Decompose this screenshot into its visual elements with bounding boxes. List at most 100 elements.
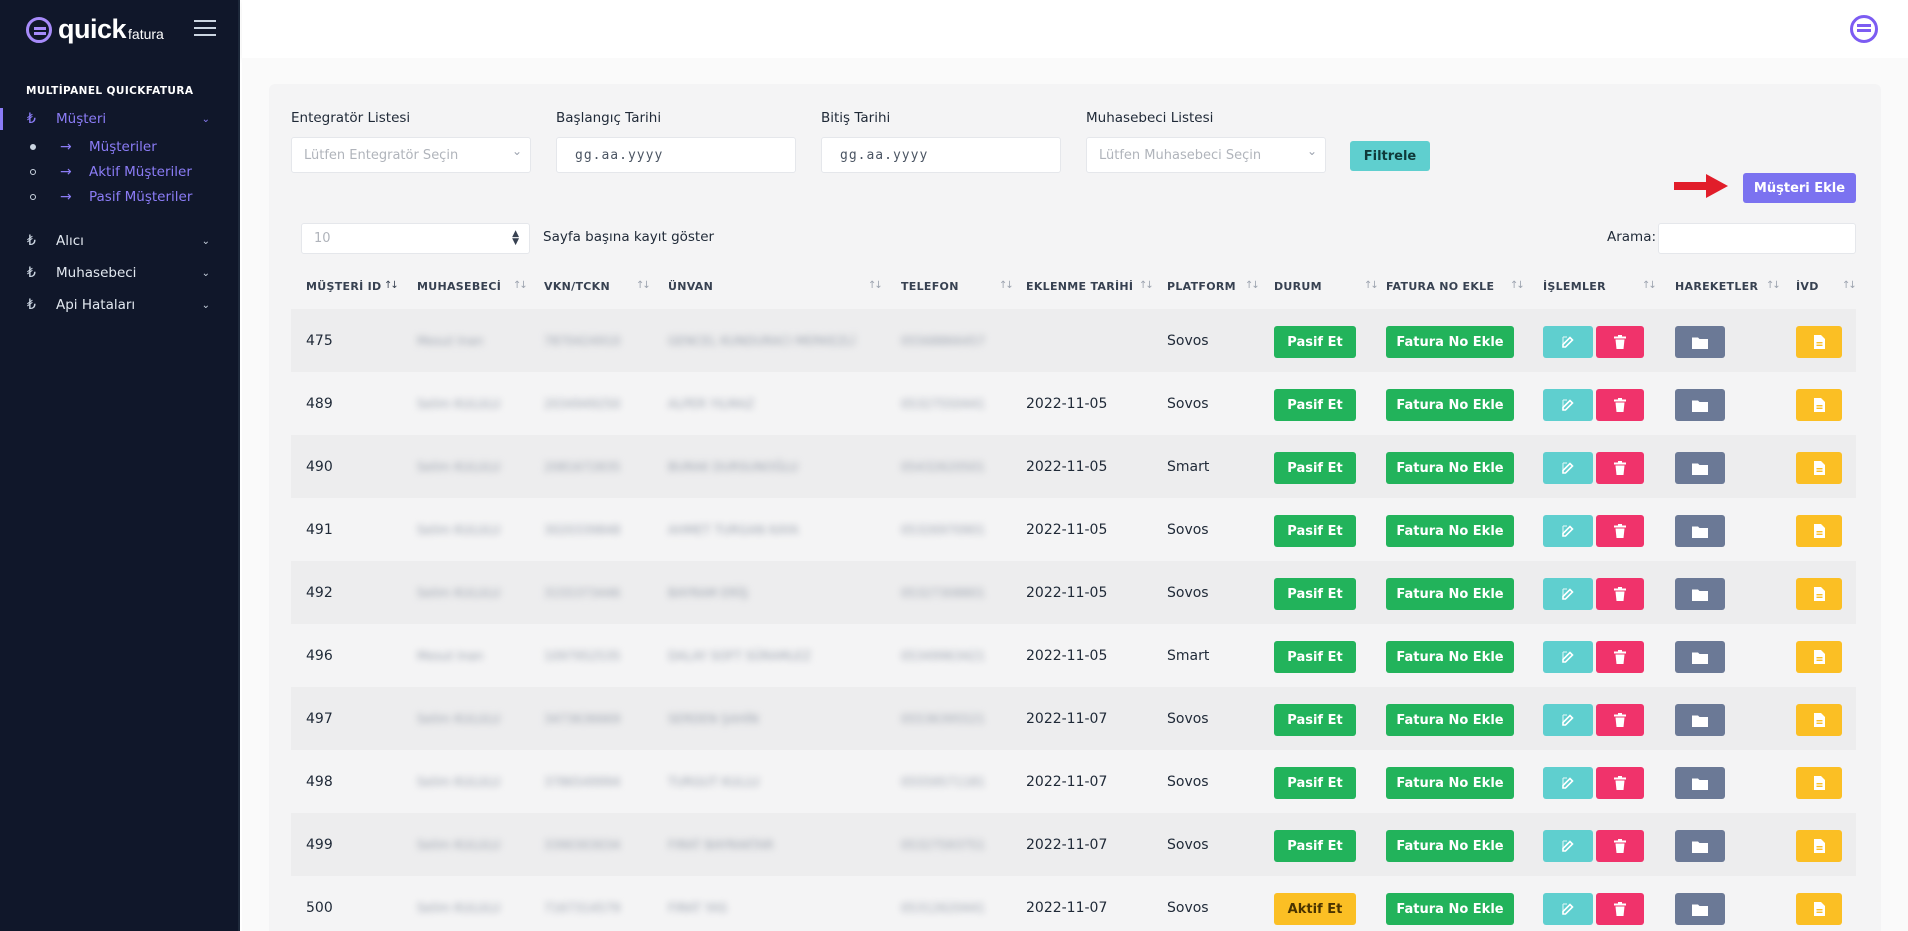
edit-button[interactable] — [1543, 452, 1593, 484]
edit-button[interactable] — [1543, 641, 1593, 673]
add-invoice-no-button[interactable]: Fatura No Ekle — [1386, 641, 1514, 673]
search-input[interactable] — [1658, 223, 1856, 254]
add-invoice-no-button[interactable]: Fatura No Ekle — [1386, 389, 1514, 421]
ivd-button[interactable] — [1796, 893, 1842, 925]
delete-button[interactable] — [1596, 515, 1644, 547]
add-invoice-no-button[interactable]: Fatura No Ekle — [1386, 704, 1514, 736]
movements-button[interactable] — [1675, 893, 1725, 925]
sidebar-subitem-musteriler[interactable]: → Müşteriler — [0, 136, 238, 158]
movements-button[interactable] — [1675, 452, 1725, 484]
movements-button[interactable] — [1675, 389, 1725, 421]
th-durum[interactable]: DURUM ↑↓ — [1274, 280, 1379, 293]
th-hareketler[interactable]: HAREKETLER ↑↓ — [1675, 280, 1781, 293]
delete-button[interactable] — [1596, 830, 1644, 862]
add-customer-button[interactable]: Müşteri Ekle — [1743, 173, 1856, 203]
ivd-button[interactable] — [1796, 704, 1842, 736]
deactivate-button[interactable]: Pasif Et — [1274, 515, 1356, 547]
cell-platform: Sovos — [1167, 521, 1209, 538]
deactivate-button[interactable]: Pasif Et — [1274, 767, 1356, 799]
add-invoice-no-button[interactable]: Fatura No Ekle — [1386, 830, 1514, 862]
edit-button[interactable] — [1543, 704, 1593, 736]
ivd-button[interactable] — [1796, 641, 1842, 673]
cell-unvan: GENCEL KUNDURACI MERKEZLİ — [668, 333, 856, 348]
edit-button[interactable] — [1543, 515, 1593, 547]
add-invoice-no-button[interactable]: Fatura No Ekle — [1386, 767, 1514, 799]
add-invoice-no-button[interactable]: Fatura No Ekle — [1386, 326, 1514, 358]
edit-button[interactable] — [1543, 326, 1593, 358]
page-size-value: 10 — [314, 231, 331, 246]
movements-button[interactable] — [1675, 767, 1725, 799]
folder-icon — [1692, 777, 1708, 790]
delete-button[interactable] — [1596, 893, 1644, 925]
sidebar-item-muhasebeci[interactable]: ₺ Muhasebeci ⌄ — [0, 261, 238, 285]
menu-toggle-icon[interactable] — [194, 20, 216, 36]
deactivate-button[interactable]: Pasif Et — [1274, 578, 1356, 610]
trash-icon — [1614, 335, 1626, 349]
sidebar-item-alici[interactable]: ₺ Alıcı ⌄ — [0, 229, 238, 253]
sidebar-item-api-hatalari[interactable]: ₺ Api Hataları ⌄ — [0, 293, 238, 317]
deactivate-button[interactable]: Pasif Et — [1274, 641, 1356, 673]
sidebar-subitem-aktif-musteriler[interactable]: → Aktif Müşteriler — [0, 161, 238, 183]
th-unvan[interactable]: ÜNVAN ↑↓ — [668, 280, 883, 293]
delete-button[interactable] — [1596, 326, 1644, 358]
movements-button[interactable] — [1675, 704, 1725, 736]
accountant-select[interactable]: Lütfen Muhasebeci Seçin — [1086, 137, 1326, 173]
th-fatura-no[interactable]: FATURA NO EKLE ↑↓ — [1386, 280, 1525, 293]
edit-button[interactable] — [1543, 830, 1593, 862]
edit-icon — [1561, 524, 1575, 538]
ivd-button[interactable] — [1796, 389, 1842, 421]
integrator-select[interactable]: Lütfen Entegratör Seçin — [291, 137, 531, 173]
th-ivd[interactable]: İVD ↑↓ — [1796, 280, 1857, 293]
th-platform[interactable]: PLATFORM ↑↓ — [1167, 280, 1260, 293]
movements-button[interactable] — [1675, 641, 1725, 673]
add-invoice-no-button[interactable]: Fatura No Ekle — [1386, 515, 1514, 547]
delete-button[interactable] — [1596, 767, 1644, 799]
deactivate-button[interactable]: Pasif Et — [1274, 452, 1356, 484]
delete-button[interactable] — [1596, 704, 1644, 736]
edit-button[interactable] — [1543, 578, 1593, 610]
movements-button[interactable] — [1675, 830, 1725, 862]
add-invoice-no-button[interactable]: Fatura No Ekle — [1386, 893, 1514, 925]
deactivate-button[interactable]: Pasif Et — [1274, 830, 1356, 862]
ivd-button[interactable] — [1796, 326, 1842, 358]
ivd-button[interactable] — [1796, 830, 1842, 862]
sidebar-item-musteri[interactable]: ₺ Müşteri ⌄ — [0, 107, 238, 131]
th-muhasebeci[interactable]: MUHASEBECİ ↑↓ — [417, 280, 528, 293]
delete-button[interactable] — [1596, 578, 1644, 610]
th-islemler[interactable]: İŞLEMLER ↑↓ — [1543, 280, 1657, 293]
edit-button[interactable] — [1543, 893, 1593, 925]
edit-button[interactable] — [1543, 767, 1593, 799]
th-telefon[interactable]: TELEFON ↑↓ — [901, 280, 1014, 293]
deactivate-button[interactable]: Pasif Et — [1274, 389, 1356, 421]
deactivate-button[interactable]: Pasif Et — [1274, 704, 1356, 736]
filter-button[interactable]: Filtrele — [1350, 141, 1430, 171]
movements-button[interactable] — [1675, 326, 1725, 358]
delete-button[interactable] — [1596, 641, 1644, 673]
ivd-button[interactable] — [1796, 578, 1842, 610]
th-musteri-id[interactable]: MÜŞTERİ ID ↑↓ — [306, 280, 399, 293]
end-date-input[interactable]: gg.aa.yyyy — [821, 137, 1061, 173]
ivd-button[interactable] — [1796, 767, 1842, 799]
activate-button[interactable]: Aktif Et — [1274, 893, 1356, 925]
start-date-input[interactable]: gg.aa.yyyy — [556, 137, 796, 173]
page-size-label: Sayfa başına kayıt göster — [543, 229, 715, 245]
sidebar-subitem-pasif-musteriler[interactable]: → Pasif Müşteriler — [0, 186, 238, 208]
edit-button[interactable] — [1543, 389, 1593, 421]
user-menu-icon[interactable] — [1850, 15, 1878, 43]
ivd-button[interactable] — [1796, 515, 1842, 547]
movements-button[interactable] — [1675, 515, 1725, 547]
add-invoice-no-button[interactable]: Fatura No Ekle — [1386, 578, 1514, 610]
table-row: 498 Selim KULULU 3786549994 TURGUT KULLU 055… — [291, 750, 1856, 813]
delete-button[interactable] — [1596, 389, 1644, 421]
th-eklenme-tarihi[interactable]: EKLENME TARİHİ ↑↓ — [1026, 280, 1154, 293]
add-invoice-no-button[interactable]: Fatura No Ekle — [1386, 452, 1514, 484]
page-size-select[interactable]: 10 ▲ ▼ — [301, 223, 530, 254]
deactivate-button[interactable]: Pasif Et — [1274, 326, 1356, 358]
brand-logo[interactable]: quick fatura — [26, 14, 164, 45]
cell-vkn: 3473636669 — [544, 711, 621, 726]
movements-button[interactable] — [1675, 578, 1725, 610]
th-vkn[interactable]: VKN/TCKN ↑↓ — [544, 280, 651, 293]
sidebar-subitem-label: Müşteriler — [89, 139, 157, 155]
delete-button[interactable] — [1596, 452, 1644, 484]
ivd-button[interactable] — [1796, 452, 1842, 484]
